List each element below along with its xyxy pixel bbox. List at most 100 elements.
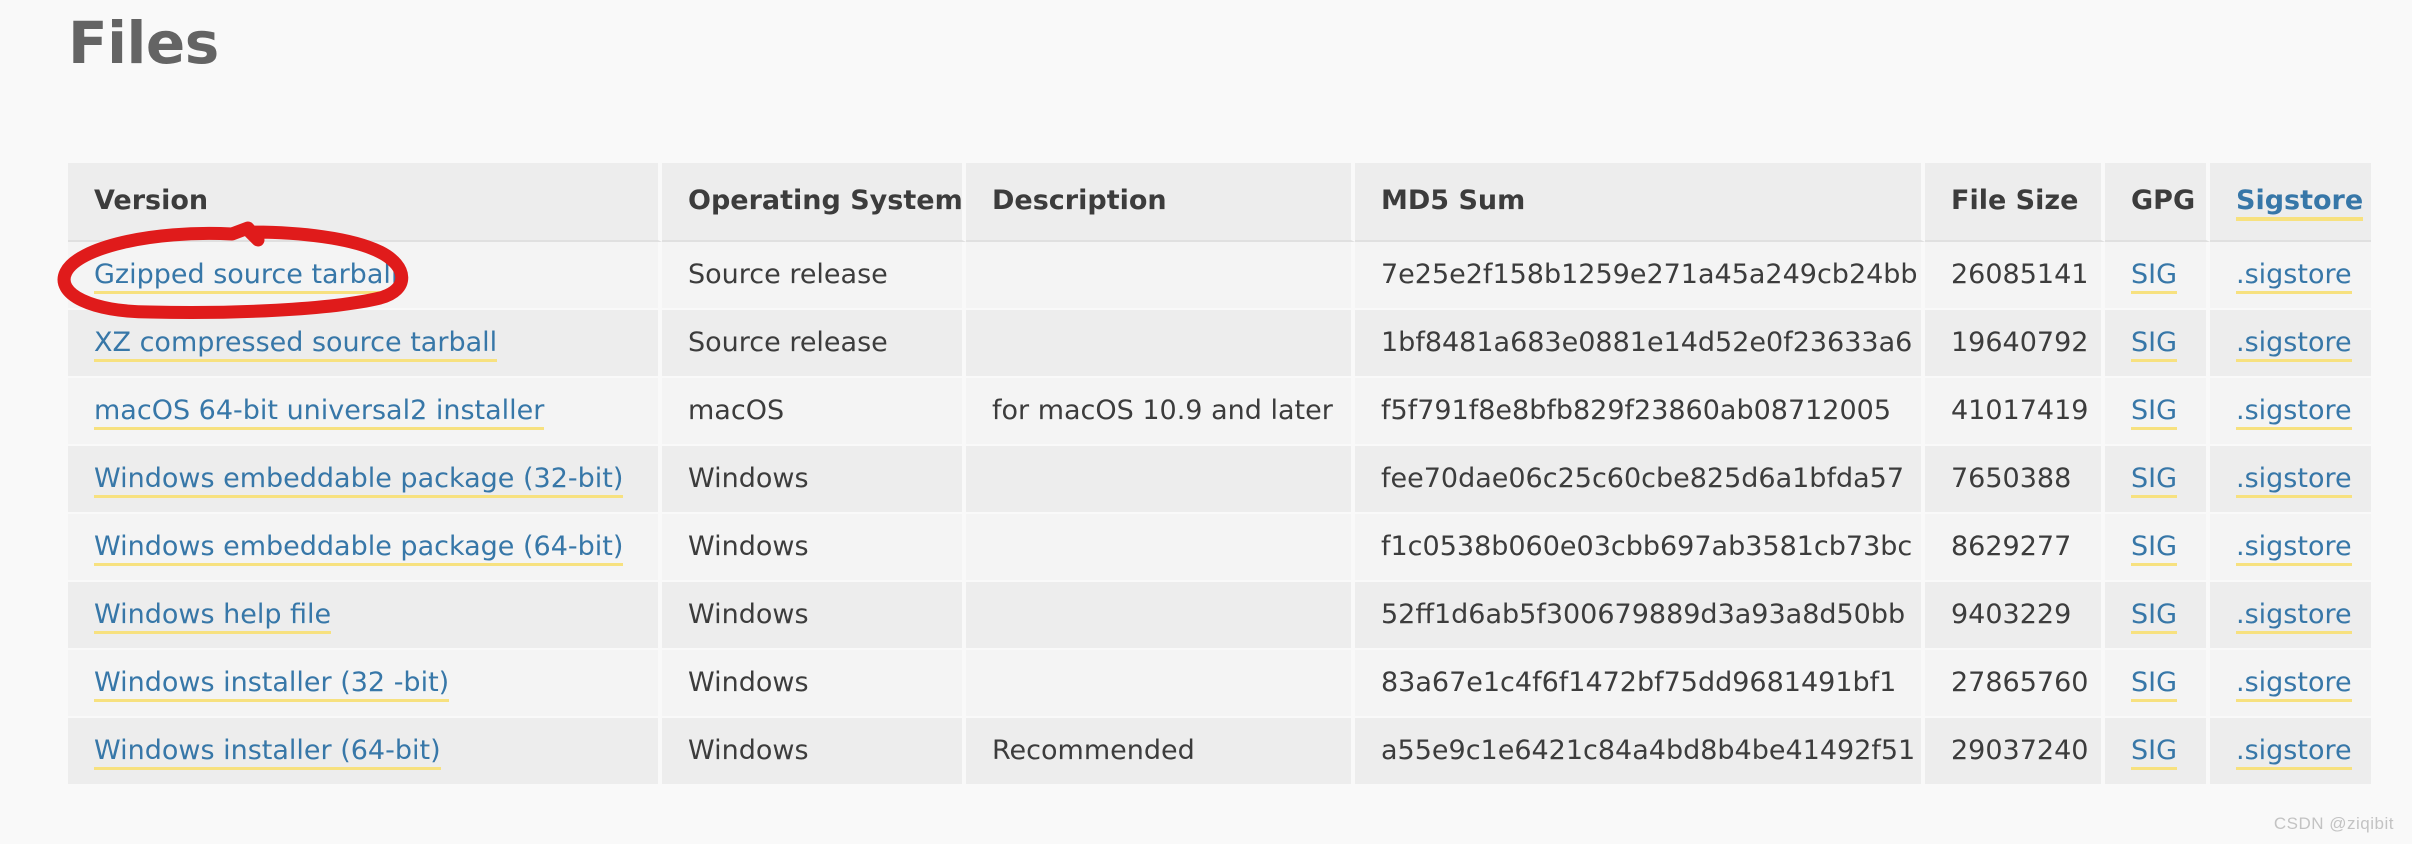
cell-sigstore[interactable]: .sigstore <box>2210 582 2371 650</box>
cell-size: 7650388 <box>1925 446 2105 514</box>
download-link[interactable]: Windows installer (32 -bit) <box>94 667 450 702</box>
gpg-sig-link[interactable]: SIG <box>2131 667 2178 702</box>
cell-size: 27865760 <box>1925 650 2105 718</box>
cell-sigstore[interactable]: .sigstore <box>2210 514 2371 582</box>
cell-gpg[interactable]: SIG <box>2105 242 2210 310</box>
cell-version[interactable]: Windows embeddable package (64-bit) <box>68 514 662 582</box>
cell-gpg[interactable]: SIG <box>2105 446 2210 514</box>
cell-version[interactable]: Windows help file <box>68 582 662 650</box>
column-header-sigstore[interactable]: Sigstore <box>2210 163 2371 242</box>
cell-version[interactable]: XZ compressed source tarball <box>68 310 662 378</box>
cell-version[interactable]: macOS 64-bit universal2 installer <box>68 378 662 446</box>
cell-size: 8629277 <box>1925 514 2105 582</box>
sigstore-link[interactable]: .sigstore <box>2236 259 2352 294</box>
download-link[interactable]: Windows installer (64-bit) <box>94 735 441 770</box>
cell-sigstore[interactable]: .sigstore <box>2210 310 2371 378</box>
cell-size: 29037240 <box>1925 718 2105 786</box>
gpg-sig-link[interactable]: SIG <box>2131 327 2178 362</box>
gpg-sig-link[interactable]: SIG <box>2131 735 2178 770</box>
cell-os: Windows <box>662 718 966 786</box>
sigstore-link[interactable]: .sigstore <box>2236 327 2352 362</box>
sigstore-link[interactable]: .sigstore <box>2236 463 2352 498</box>
column-header-description: Description <box>966 163 1355 242</box>
cell-size: 9403229 <box>1925 582 2105 650</box>
cell-description <box>966 310 1355 378</box>
cell-description <box>966 446 1355 514</box>
sigstore-link[interactable]: .sigstore <box>2236 395 2352 430</box>
cell-md5: a55e9c1e6421c84a4bd8b4be41492f51 <box>1355 718 1925 786</box>
download-link[interactable]: Windows embeddable package (32-bit) <box>94 463 624 498</box>
gpg-sig-link[interactable]: SIG <box>2131 259 2178 294</box>
cell-size: 41017419 <box>1925 378 2105 446</box>
table-row: Windows help file Windows 52ff1d6ab5f30067… <box>68 582 2371 650</box>
sigstore-link[interactable]: .sigstore <box>2236 667 2352 702</box>
table-row: Windows embeddable package (64-bit) Windo… <box>68 514 2371 582</box>
cell-gpg[interactable]: SIG <box>2105 378 2210 446</box>
download-link[interactable]: XZ compressed source tarball <box>94 327 498 362</box>
cell-os: Source release <box>662 242 966 310</box>
cell-gpg[interactable]: SIG <box>2105 582 2210 650</box>
cell-version[interactable]: Gzipped source tarball <box>68 242 662 310</box>
cell-os: macOS <box>662 378 966 446</box>
cell-version[interactable]: Windows installer (64-bit) <box>68 718 662 786</box>
cell-md5: f5f791f8e8bfb829f23860ab08712005 <box>1355 378 1925 446</box>
download-link[interactable]: Gzipped source tarball <box>94 259 399 294</box>
table-row: Windows installer (32 -bit) Windows 83a67e… <box>68 650 2371 718</box>
cell-gpg[interactable]: SIG <box>2105 310 2210 378</box>
download-link[interactable]: Windows embeddable package (64-bit) <box>94 531 624 566</box>
column-header-size: File Size <box>1925 163 2105 242</box>
cell-os: Windows <box>662 446 966 514</box>
files-table: Version Operating System Description MD5 Su… <box>68 163 2371 786</box>
cell-os: Source release <box>662 310 966 378</box>
cell-os: Windows <box>662 582 966 650</box>
files-table-container: Version Operating System Description MD5 Su… <box>68 163 2371 786</box>
page-title: Files <box>68 9 219 77</box>
cell-md5: 83a67e1c4f6f1472bf75dd9681491bf1 <box>1355 650 1925 718</box>
table-row: Windows installer (64-bit) Windows Recomme… <box>68 718 2371 786</box>
table-row: macOS 64-bit universal2 installer macOS fo… <box>68 378 2371 446</box>
cell-gpg[interactable]: SIG <box>2105 718 2210 786</box>
table-row: XZ compressed source tarball Source relea… <box>68 310 2371 378</box>
download-link[interactable]: Windows help file <box>94 599 332 634</box>
download-link[interactable]: macOS 64-bit universal2 installer <box>94 395 545 430</box>
column-header-version: Version <box>68 163 662 242</box>
cell-version[interactable]: Windows embeddable package (32-bit) <box>68 446 662 514</box>
gpg-sig-link[interactable]: SIG <box>2131 531 2178 566</box>
cell-sigstore[interactable]: .sigstore <box>2210 378 2371 446</box>
cell-sigstore[interactable]: .sigstore <box>2210 446 2371 514</box>
cell-gpg[interactable]: SIG <box>2105 650 2210 718</box>
table-row: Windows embeddable package (32-bit) Windo… <box>68 446 2371 514</box>
gpg-sig-link[interactable]: SIG <box>2131 463 2178 498</box>
cell-description <box>966 650 1355 718</box>
sigstore-link[interactable]: .sigstore <box>2236 531 2352 566</box>
cell-os: Windows <box>662 514 966 582</box>
gpg-sig-link[interactable]: SIG <box>2131 395 2178 430</box>
cell-description: for macOS 10.9 and later <box>966 378 1355 446</box>
files-table-body: Gzipped source tarball Source release 7e25… <box>68 242 2371 786</box>
table-row: Gzipped source tarball Source release 7e25… <box>68 242 2371 310</box>
cell-sigstore[interactable]: .sigstore <box>2210 242 2371 310</box>
column-header-gpg: GPG <box>2105 163 2210 242</box>
cell-size: 26085141 <box>1925 242 2105 310</box>
cell-sigstore[interactable]: .sigstore <box>2210 650 2371 718</box>
cell-description <box>966 242 1355 310</box>
cell-md5: f1c0538b060e03cbb697ab3581cb73bc <box>1355 514 1925 582</box>
cell-os: Windows <box>662 650 966 718</box>
cell-gpg[interactable]: SIG <box>2105 514 2210 582</box>
cell-sigstore[interactable]: .sigstore <box>2210 718 2371 786</box>
cell-md5: 7e25e2f158b1259e271a45a249cb24bb <box>1355 242 1925 310</box>
sigstore-link[interactable]: .sigstore <box>2236 599 2352 634</box>
column-header-os: Operating System <box>662 163 966 242</box>
watermark: CSDN @ziqibit <box>2273 814 2394 833</box>
column-header-link-sigstore[interactable]: Sigstore <box>2236 185 2364 221</box>
table-header-row: Version Operating System Description MD5 Su… <box>68 163 2371 242</box>
cell-md5: 1bf8481a683e0881e14d52e0f23633a6 <box>1355 310 1925 378</box>
cell-description <box>966 514 1355 582</box>
cell-md5: 52ff1d6ab5f300679889d3a93a8d50bb <box>1355 582 1925 650</box>
cell-version[interactable]: Windows installer (32 -bit) <box>68 650 662 718</box>
sigstore-link[interactable]: .sigstore <box>2236 735 2352 770</box>
gpg-sig-link[interactable]: SIG <box>2131 599 2178 634</box>
cell-description: Recommended <box>966 718 1355 786</box>
column-header-md5: MD5 Sum <box>1355 163 1925 242</box>
cell-description <box>966 582 1355 650</box>
